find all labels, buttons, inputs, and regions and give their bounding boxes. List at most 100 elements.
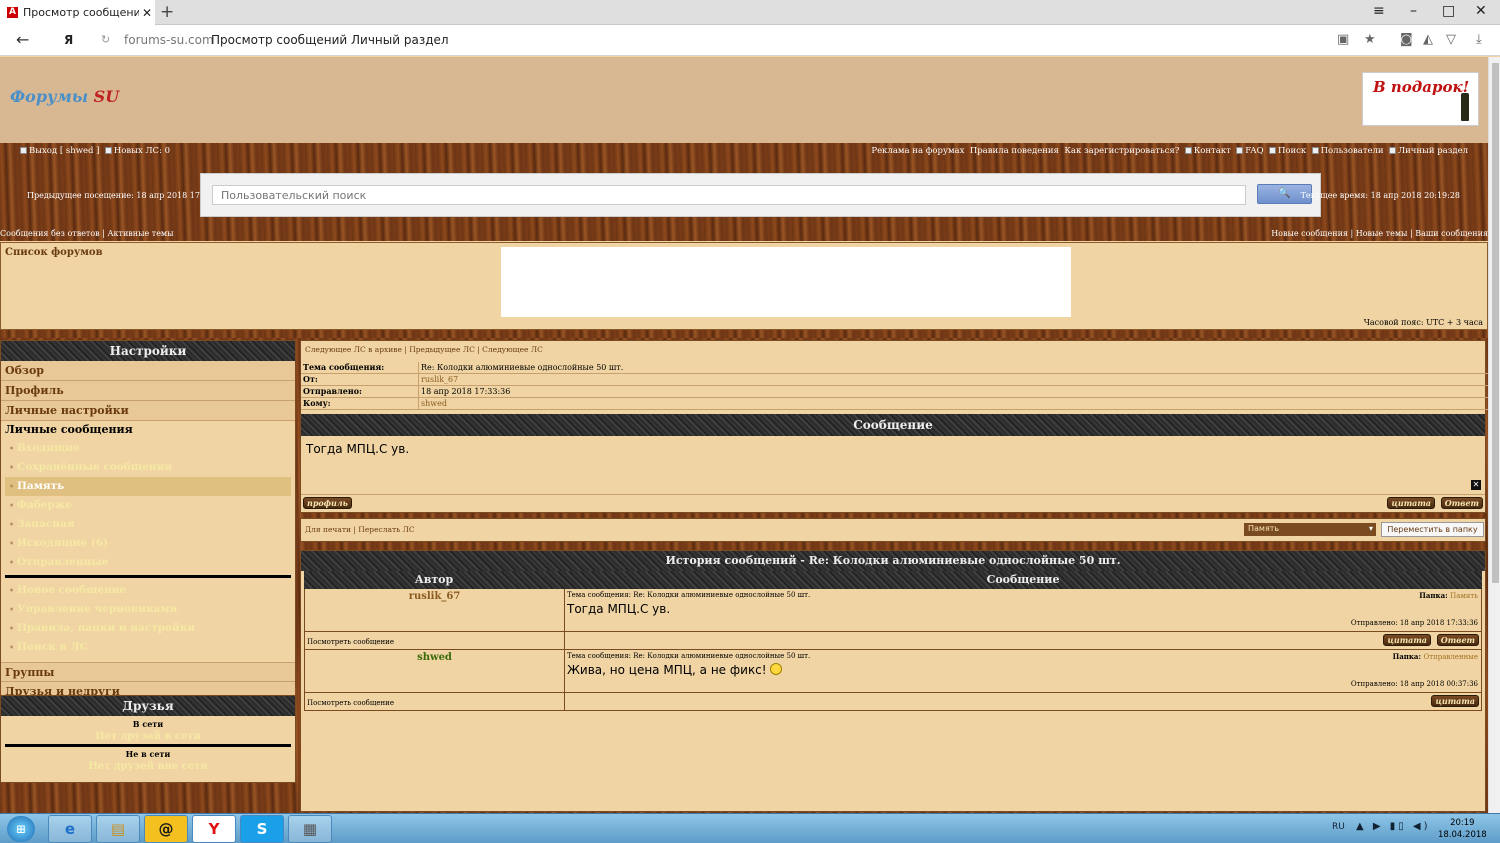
pm-rules-folders[interactable]: Правила, папки и настройки [5,619,291,638]
shield-icon[interactable]: ◭ [1423,32,1433,47]
site-logo[interactable]: Форумы SU [10,87,119,106]
tab-close-icon[interactable]: ✕ [139,6,155,20]
nav-top-right: Реклама на форумах Правила поведения Как… [871,146,1468,156]
quote-button[interactable]: цитата [1387,497,1435,509]
mail-agent-icon[interactable]: @ [144,815,188,843]
scrollbar-thumb[interactable] [1492,63,1499,583]
online-title: В сети [132,719,164,729]
pm-folder-spare[interactable]: Запасная [5,515,291,534]
next-pm[interactable]: Следующее ЛС [482,345,543,354]
back-button[interactable]: ← [16,30,29,49]
reload-icon[interactable]: ↻ [101,33,110,46]
clock[interactable]: 20:19 18.04.2018 [1438,817,1487,841]
maximize-button[interactable]: □ [1442,3,1455,19]
move-to-folder-button[interactable]: Переместить в папку [1381,522,1484,537]
start-button[interactable]: ⊞ [7,816,35,842]
tab-preferences[interactable]: Личные настройки [1,401,295,421]
url-domain[interactable]: forums-su.com [124,33,214,47]
gift-banner[interactable]: В подарок! [1362,72,1479,126]
pm-folder-inbox[interactable]: Входящие [5,439,291,458]
tab-overview[interactable]: Обзор [1,361,295,381]
pm-folder-sent[interactable]: Отправленные [5,553,291,572]
tab-profile[interactable]: Профиль [1,381,295,401]
col-message: Сообщение [986,573,1060,586]
pm-folder-memory[interactable]: Память [5,477,291,496]
nav-search[interactable]: Поиск [1278,146,1306,156]
nav-ads[interactable]: Реклама на форумах [871,146,964,156]
minimize-button[interactable]: – [1410,3,1417,19]
skype-icon[interactable]: S [240,815,284,843]
nav-rules[interactable]: Правила поведения [970,146,1059,156]
forum-list-link[interactable]: Список форумов [5,247,103,258]
pm-separator [5,575,291,578]
new-tab-button[interactable]: + [160,2,174,22]
close-window-button[interactable]: ✕ [1475,3,1487,19]
next-archive-pm[interactable]: Следующее ЛС в архиве [305,345,402,354]
quote-button[interactable]: цитата [1383,634,1431,646]
pm-new-message[interactable]: Новое сообщение [5,581,291,600]
nav-ucp[interactable]: Личный раздел [1398,146,1468,156]
nav-users[interactable]: Пользователи [1321,146,1384,156]
nav-bottom-right: Новые сообщения | Новые темы | Ваши сооб… [1271,229,1488,238]
tab-groups[interactable]: Группы [1,662,295,682]
view-message-link[interactable]: Посмотреть сообщение [305,693,565,710]
sidebar: Настройки Обзор Профиль Личные настройки… [0,338,298,814]
print-link[interactable]: Для печати [305,525,351,534]
profile-button[interactable]: профиль [303,497,352,509]
from-user-link[interactable]: ruslik_67 [419,374,1489,385]
folder-select[interactable]: Память ▾ [1244,523,1376,536]
explorer-icon[interactable]: ▤ [96,815,140,843]
your-posts-link[interactable]: Ваши сообщения [1415,229,1488,238]
view-message-link[interactable]: Посмотреть сообщение [305,632,565,649]
search-input[interactable] [212,185,1246,205]
bookmark-icon[interactable]: ▣ [1337,32,1349,47]
pm-search[interactable]: Поиск в ЛС [5,638,291,657]
pm-drafts[interactable]: Управление черновиками [5,600,291,619]
nav-contact[interactable]: Контакт [1194,146,1231,156]
url-page-title[interactable]: Просмотр сообщений Личный раздел [211,33,449,47]
pm-folder-saved[interactable]: Сохранённые сообщения [5,458,291,477]
pm-folder-outbox[interactable]: Исходящие (6) [5,534,291,553]
new-topics-link[interactable]: Новые темы [1356,229,1408,238]
current-time: Текущее время: 18 апр 2018 20:19:28 [1300,191,1460,200]
meta-row: От: ruslik_67 [301,374,1489,386]
new-pm-link[interactable]: Новых ЛС: 0 [114,146,170,156]
new-posts-link[interactable]: Новые сообщения [1271,229,1348,238]
tray-icons[interactable]: ▲ ▶ ▮▯ ◀) [1356,821,1431,832]
to-user-link[interactable]: shwed [419,398,1489,409]
history-footer: Посмотреть сообщение цитата [305,692,1481,710]
unanswered-link[interactable]: Сообщения без ответов [0,229,100,238]
folder-link[interactable]: Отправленные [1423,653,1478,661]
report-icon[interactable]: ✕ [1471,480,1481,490]
history-sent: Отправлено: 18 апр 2018 00:37:36 [1350,680,1478,688]
meta-value: 18 апр 2018 17:33:36 [421,387,511,396]
yandex-browser-icon[interactable]: Y [192,815,236,843]
language-indicator[interactable]: RU [1332,822,1345,832]
prev-pm[interactable]: Предыдущее ЛС [409,345,475,354]
reply-button[interactable]: Ответ [1440,497,1483,509]
forward-link[interactable]: Переслать ЛС [358,525,414,534]
quote-button[interactable]: цитата [1431,695,1479,707]
browser-tab[interactable]: A Просмотр сообщений Л ✕ [0,0,155,25]
protect-icon[interactable]: ▽ [1446,32,1456,47]
extension-icon[interactable]: ◙ [1400,32,1413,47]
active-topics-link[interactable]: Активные темы [107,229,173,238]
menu-icon[interactable]: ≡ [1373,3,1385,19]
site-header: Форумы SU В подарок! [0,57,1488,143]
download-icon[interactable]: ⤓ [1476,32,1482,47]
history-row: shwed Тема сообщения: Re: Колодки алюмин… [304,650,1482,711]
yandex-logo[interactable]: Я [64,33,73,47]
page-scrollbar[interactable] [1488,57,1500,814]
nav-faq[interactable]: FAQ [1245,146,1263,156]
ucp-icon [1389,147,1397,154]
folder-link[interactable]: Память [1450,592,1478,600]
star-icon[interactable]: ★ [1364,32,1376,47]
ie-icon[interactable]: e [48,815,92,843]
logout-link[interactable]: Выход [ shwed ] [29,146,99,156]
nav-register-help[interactable]: Как зарегистрироваться? [1064,146,1179,156]
printer-icon[interactable]: ▦ [288,815,332,843]
pm-folder-faberge[interactable]: Фаберже [5,496,291,515]
folder-select-value: Память [1248,524,1280,533]
reply-button[interactable]: Ответ [1436,634,1479,646]
ad-box[interactable] [501,247,1071,317]
